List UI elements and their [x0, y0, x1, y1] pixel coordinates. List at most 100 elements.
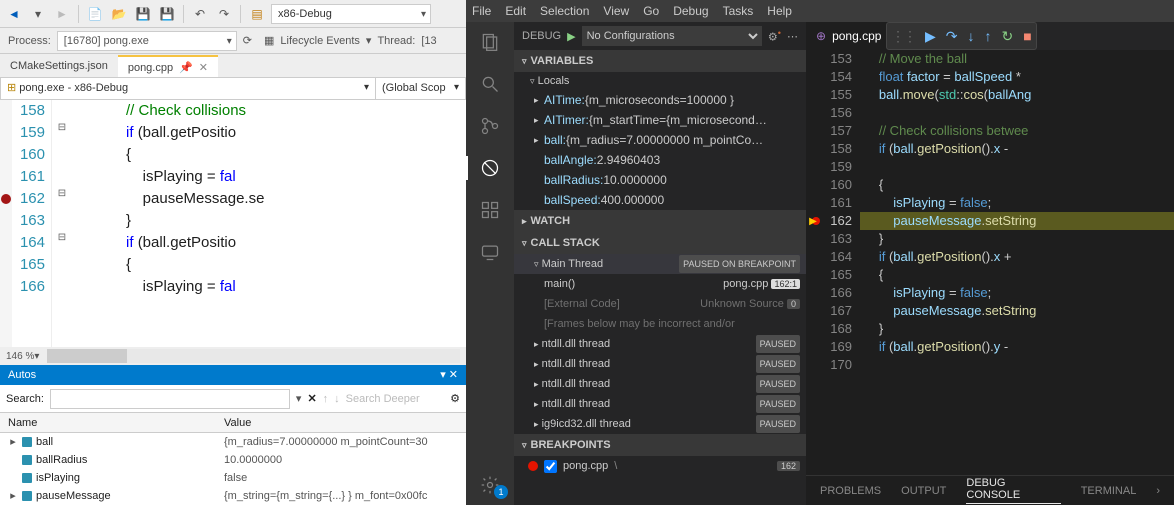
redo-icon[interactable]: ↷ [214, 4, 234, 24]
tab-pongcpp[interactable]: pong.cpp📌✕ [118, 55, 218, 77]
step-out-icon[interactable]: ↑ [985, 28, 992, 44]
vs-code-editor[interactable]: 158159160161162163164165166 ⊟⊟⊟ // Check… [0, 100, 466, 347]
scope-project-combo[interactable]: ⊞ pong.exe - x86-Debug [0, 78, 376, 100]
breakpoints-section[interactable]: ▿BREAKPOINTS [514, 434, 806, 456]
menu-selection[interactable]: Selection [540, 4, 589, 18]
autos-row[interactable]: isPlayingfalse [0, 469, 466, 487]
debug-config-select[interactable]: No Configurations [582, 26, 762, 46]
scope-global-combo[interactable]: (Global Scop [376, 78, 466, 100]
search-down-icon[interactable]: ↓ [334, 393, 340, 405]
close-icon[interactable]: ✕ [199, 62, 208, 74]
debug-header: DEBUG ▶ No Configurations ⚙• ⋯ [514, 22, 806, 50]
cs-external-code[interactable]: [External Code] Unknown Source 0 [514, 294, 806, 314]
debug-gear-icon[interactable]: ⚙• [768, 28, 781, 44]
vs-debug-bar: Process: [16780] pong.exe ⟳ ▦ Lifecycle … [0, 28, 466, 54]
variable-row[interactable]: ballSpeed: 400.000000 [514, 190, 806, 210]
variable-row[interactable]: ▸AITime: {m_microseconds=100000 } [514, 90, 806, 110]
process-combo[interactable]: [16780] pong.exe [57, 31, 237, 51]
menu-go[interactable]: Go [643, 4, 659, 18]
breakpoint-item[interactable]: pong.cpp \ 162 [514, 456, 806, 476]
code-editor[interactable]: ▶ 15315415515615715815916016116216316416… [806, 50, 1174, 475]
nav-back-drop[interactable]: ▾ [28, 4, 48, 24]
cs-frame-main[interactable]: main() pong.cpp 162:1 [514, 274, 806, 294]
autos-row[interactable]: ▸pauseMessage{m_string={m_string={...} }… [0, 487, 466, 505]
lifecycle-icon[interactable]: ▦ [264, 34, 274, 47]
vs-document-tabs: CMakeSettings.json pong.cpp📌✕ [0, 54, 466, 78]
menu-help[interactable]: Help [767, 4, 792, 18]
panel-tab-debug-console[interactable]: DEBUG CONSOLE [966, 477, 1060, 504]
step-over-icon[interactable]: ↷ [946, 28, 958, 45]
col-value[interactable]: Value [220, 413, 466, 432]
cs-main-thread[interactable]: ▿ Main Thread PAUSED ON BREAKPOINT [514, 254, 806, 274]
hscrollbar[interactable] [47, 349, 460, 363]
watch-section[interactable]: ▸WATCH [514, 210, 806, 232]
clear-icon[interactable]: ✕ [307, 392, 316, 405]
autos-row[interactable]: ballRadius10.0000000 [0, 451, 466, 469]
cs-thread[interactable]: ▸ ntdll.dll threadPAUSED [514, 394, 806, 414]
continue-icon[interactable]: ▶ [925, 28, 936, 45]
debug-title: DEBUG [522, 30, 561, 42]
debug-more-icon[interactable]: ⋯ [787, 30, 798, 43]
variable-row[interactable]: ballRadius: 10.0000000 [514, 170, 806, 190]
remote-icon[interactable] [478, 240, 502, 264]
panel-tab-problems[interactable]: PROBLEMS [820, 485, 881, 497]
autos-grid: ▸ball{m_radius=7.00000000 m_pointCount=3… [0, 433, 466, 505]
callstack-section[interactable]: ▿CALL STACK [514, 232, 806, 254]
drag-grip-icon[interactable]: ⋮⋮ [891, 28, 915, 45]
menu-tasks[interactable]: Tasks [723, 4, 754, 18]
search-input[interactable] [50, 389, 290, 409]
config-combo[interactable]: x86-Debug [271, 4, 431, 24]
stop-icon[interactable]: ■ [1023, 28, 1031, 44]
panel-menu-icon[interactable]: ▾ ✕ [440, 365, 458, 385]
nav-back-button[interactable]: ◄ [4, 4, 24, 24]
autos-row[interactable]: ▸ball{m_radius=7.00000000 m_pointCount=3… [0, 433, 466, 451]
visual-studio-pane: ◄ ▾ ► 📄 📂 💾 💾 ↶ ↷ ▤ x86-Debug Process: [… [0, 0, 466, 505]
cs-thread[interactable]: ▸ ntdll.dll threadPAUSED [514, 354, 806, 374]
explorer-icon[interactable] [478, 30, 502, 54]
variable-row[interactable]: ▸AITimer: {m_startTime={m_microsecond… [514, 110, 806, 130]
panel-tabs: PROBLEMS OUTPUT DEBUG CONSOLE TERMINAL › [806, 475, 1174, 505]
variable-row[interactable]: ▸ball: {m_radius=7.00000000 m_pointCo… [514, 130, 806, 150]
search-deeper-label[interactable]: Search Deeper [346, 393, 420, 405]
restart-icon[interactable]: ↻ [1002, 28, 1014, 45]
refresh-icon[interactable]: ⟳ [243, 34, 252, 47]
breakpoint-checkbox[interactable] [544, 460, 557, 473]
variables-section[interactable]: ▿VARIABLES [514, 50, 806, 72]
menu-file[interactable]: File [472, 4, 491, 18]
search-icon[interactable] [478, 72, 502, 96]
save-icon[interactable]: 💾 [133, 4, 153, 24]
cs-thread[interactable]: ▸ ntdll.dll threadPAUSED [514, 334, 806, 354]
search-up-icon[interactable]: ↑ [323, 393, 329, 405]
build-icon[interactable]: ▤ [247, 4, 267, 24]
step-into-icon[interactable]: ↓ [968, 28, 975, 44]
open-file-icon[interactable]: 📂 [109, 4, 129, 24]
menu-debug[interactable]: Debug [673, 4, 708, 18]
gear-icon[interactable]: ⚙ [450, 392, 460, 405]
undo-icon[interactable]: ↶ [190, 4, 210, 24]
pin-icon[interactable]: 📌 [179, 62, 193, 74]
cs-thread[interactable]: ▸ ntdll.dll threadPAUSED [514, 374, 806, 394]
start-debug-icon[interactable]: ▶ [567, 30, 575, 43]
tab-cmakesettings[interactable]: CMakeSettings.json [0, 55, 118, 77]
debug-toolbar[interactable]: ⋮⋮ ▶ ↷ ↓ ↑ ↻ ■ [886, 22, 1037, 50]
thread-value: [13 [421, 35, 436, 47]
extensions-icon[interactable] [478, 198, 502, 222]
new-file-icon[interactable]: 📄 [85, 4, 105, 24]
settings-badge: 1 [494, 485, 508, 499]
save-all-icon[interactable]: 💾 [157, 4, 177, 24]
cs-thread[interactable]: ▸ ig9icd32.dll threadPAUSED [514, 414, 806, 434]
locals-header[interactable]: ▿ Locals [514, 72, 806, 90]
variable-row[interactable]: ballAngle: 2.94960403 [514, 150, 806, 170]
menu-view[interactable]: View [603, 4, 629, 18]
editor-tab-pongcpp[interactable]: ⊕pong.cpp [806, 22, 891, 50]
panel-chevron-icon[interactable]: › [1156, 485, 1160, 497]
autos-panel-header[interactable]: Autos ▾ ✕ [0, 365, 466, 385]
panel-tab-output[interactable]: OUTPUT [901, 485, 946, 497]
panel-tab-terminal[interactable]: TERMINAL [1081, 485, 1137, 497]
col-name[interactable]: Name [0, 413, 220, 432]
menu-edit[interactable]: Edit [505, 4, 526, 18]
cpp-file-icon: ⊕ [816, 29, 826, 43]
scm-icon[interactable] [478, 114, 502, 138]
debug-icon[interactable] [478, 156, 502, 180]
zoom-value[interactable]: 146 % [6, 351, 34, 362]
